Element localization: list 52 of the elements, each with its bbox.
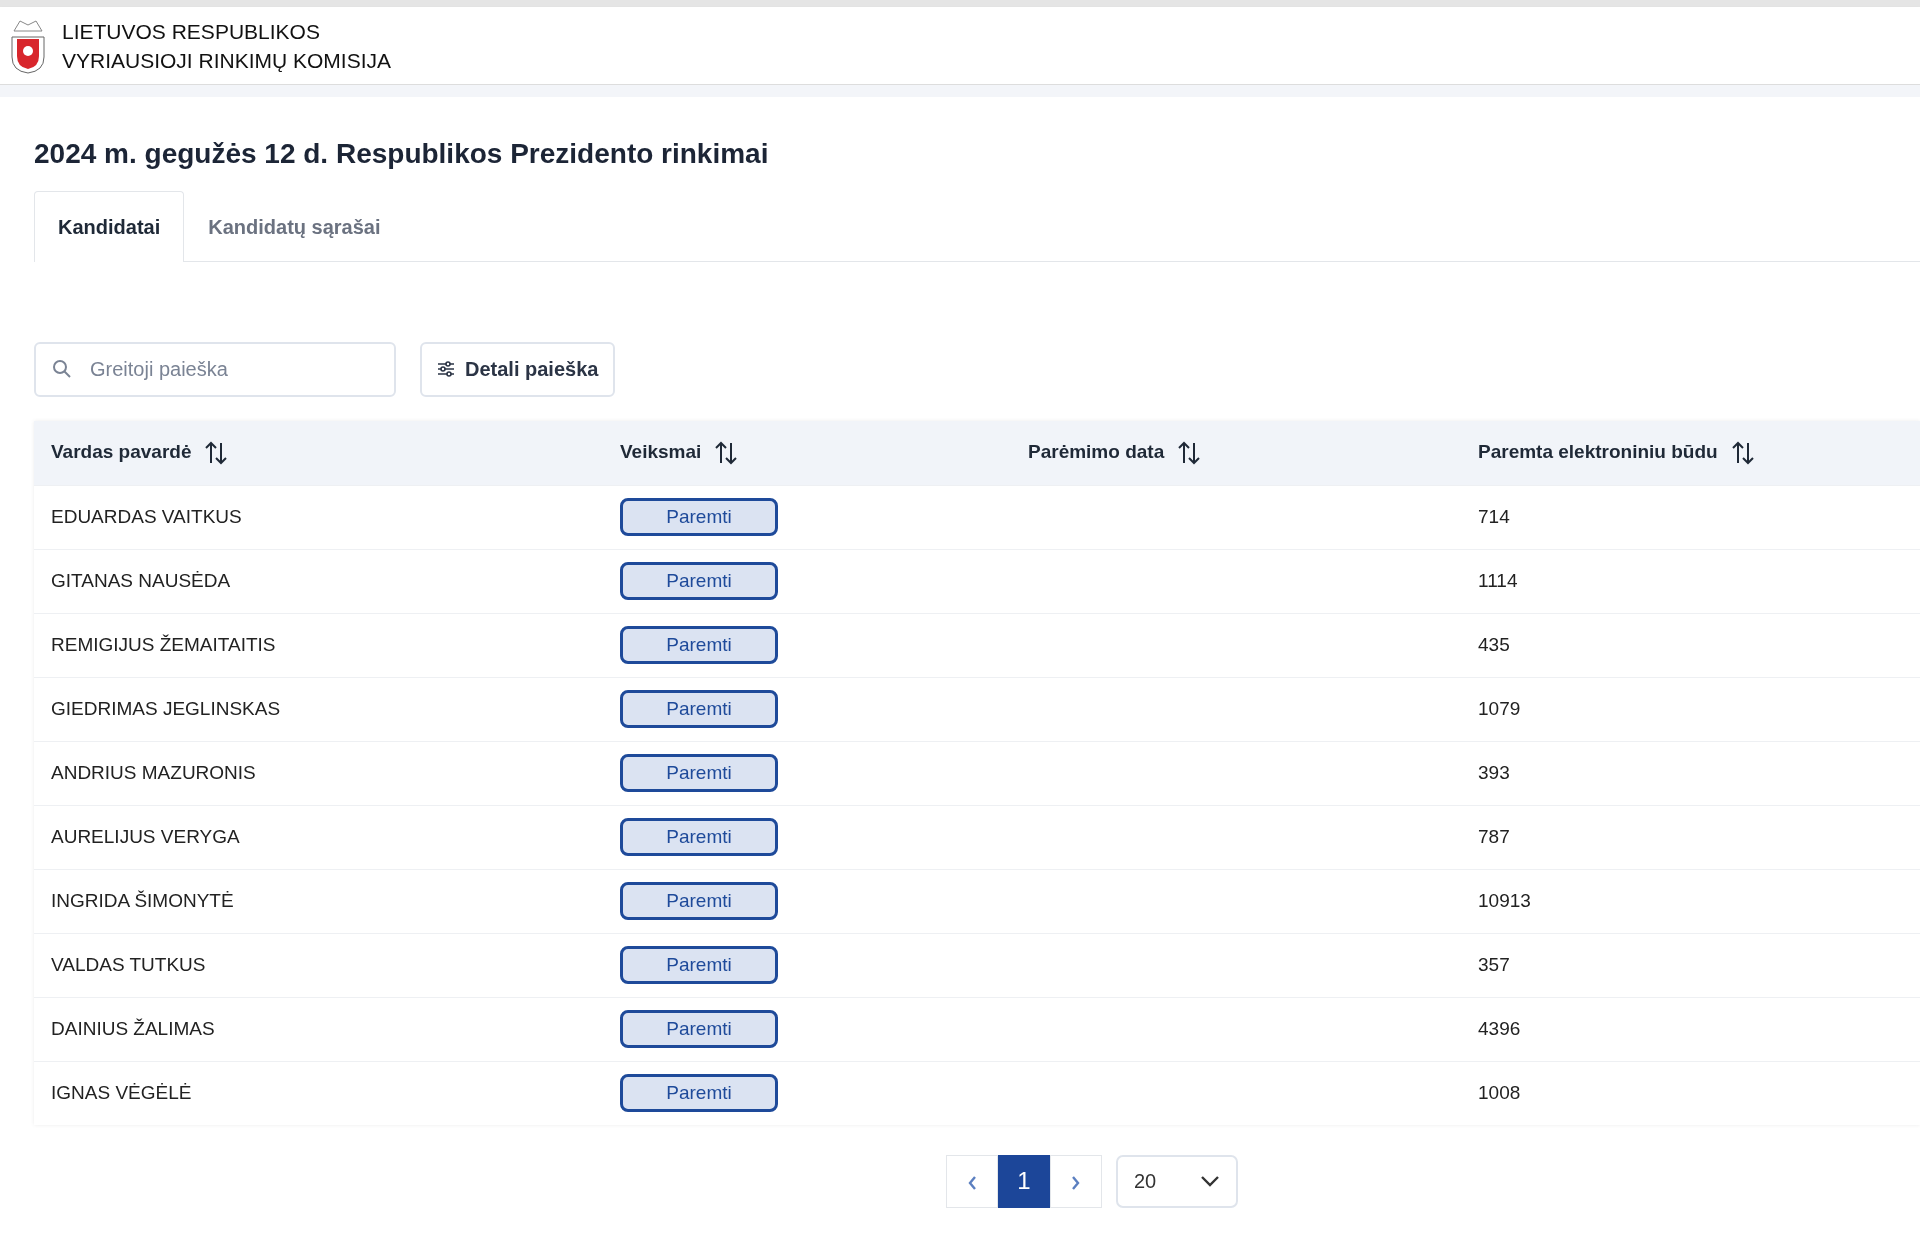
- page-button[interactable]: 1: [998, 1154, 1050, 1208]
- table-cell: DAINIUS ŽALIMAS: [51, 1017, 215, 1039]
- table-cell: 1114: [1478, 569, 1518, 591]
- table-cell: 435: [1478, 633, 1510, 655]
- support-button[interactable]: Paremti: [620, 690, 778, 729]
- chevron-down-icon: [1200, 1175, 1220, 1188]
- sliders-icon: [437, 361, 455, 378]
- chevron-left-icon: [967, 1174, 977, 1191]
- table-cell: 1079: [1478, 697, 1521, 719]
- support-button[interactable]: Paremti: [620, 882, 778, 921]
- tab[interactable]: Kandidatų sąrašai: [184, 190, 405, 262]
- table-cell: VALDAS TUTKUS: [51, 953, 206, 975]
- chevron-right-icon: [1071, 1174, 1081, 1191]
- column-header[interactable]: Parėmimo data: [1028, 438, 1165, 467]
- table-cell: 10913: [1478, 889, 1531, 911]
- table-cell: IGNAS VĖGĖLĖ: [51, 1081, 192, 1103]
- table-cell: ANDRIUS MAZURONIS: [51, 761, 256, 783]
- table-cell: 4396: [1478, 1017, 1521, 1039]
- sort-icon[interactable]: [715, 440, 738, 465]
- table-cell: GIEDRIMAS JEGLINSKAS: [51, 697, 281, 719]
- column-header[interactable]: Vardas pavardė: [51, 438, 192, 467]
- table-cell: 357: [1478, 953, 1510, 975]
- support-button[interactable]: Paremti: [620, 498, 778, 537]
- support-button[interactable]: Paremti: [620, 818, 778, 857]
- table-cell: 1008: [1478, 1081, 1521, 1103]
- support-button[interactable]: Paremti: [620, 1074, 778, 1113]
- detail-search-button[interactable]: Detali paieška: [420, 341, 616, 397]
- table-cell: EDUARDAS VAITKUS: [51, 505, 242, 527]
- page-title: 2024 m. gegužės 12 d. Respublikos Prezidento rinkimai: [34, 137, 770, 171]
- table-cell: 393: [1478, 761, 1510, 783]
- column-header[interactable]: Veiksmai: [620, 438, 702, 467]
- support-button[interactable]: Paremti: [620, 946, 778, 985]
- column-header[interactable]: Paremta elektroniniu būdu: [1478, 438, 1718, 467]
- table-cell: GITANAS NAUSĖDA: [51, 569, 231, 591]
- organization-name: VYRIAUSIOJI RINKIMŲ KOMISIJA: [62, 47, 392, 74]
- sort-icon[interactable]: [205, 440, 228, 465]
- support-button[interactable]: Paremti: [620, 562, 778, 601]
- table-cell: INGRIDA ŠIMONYTĖ: [51, 889, 234, 911]
- tab[interactable]: Kandidatai: [34, 190, 185, 262]
- support-button[interactable]: Paremti: [620, 1010, 778, 1049]
- table-cell: AURELIJUS VERYGA: [51, 825, 240, 847]
- support-button[interactable]: Paremti: [620, 626, 778, 665]
- table-cell: 714: [1478, 505, 1510, 527]
- page-size-select[interactable]: 20: [1116, 1154, 1238, 1208]
- support-button[interactable]: Paremti: [620, 754, 778, 793]
- sort-icon[interactable]: [1178, 440, 1201, 465]
- table-cell: REMIGIJUS ŽEMAITAITIS: [51, 633, 276, 655]
- search-field[interactable]: Greitoji paieška: [34, 341, 396, 397]
- table-cell: 787: [1478, 825, 1510, 847]
- organization-name: LIETUVOS RESPUBLIKOS: [62, 18, 321, 45]
- search-icon: [52, 358, 72, 379]
- sort-icon[interactable]: [1731, 440, 1754, 465]
